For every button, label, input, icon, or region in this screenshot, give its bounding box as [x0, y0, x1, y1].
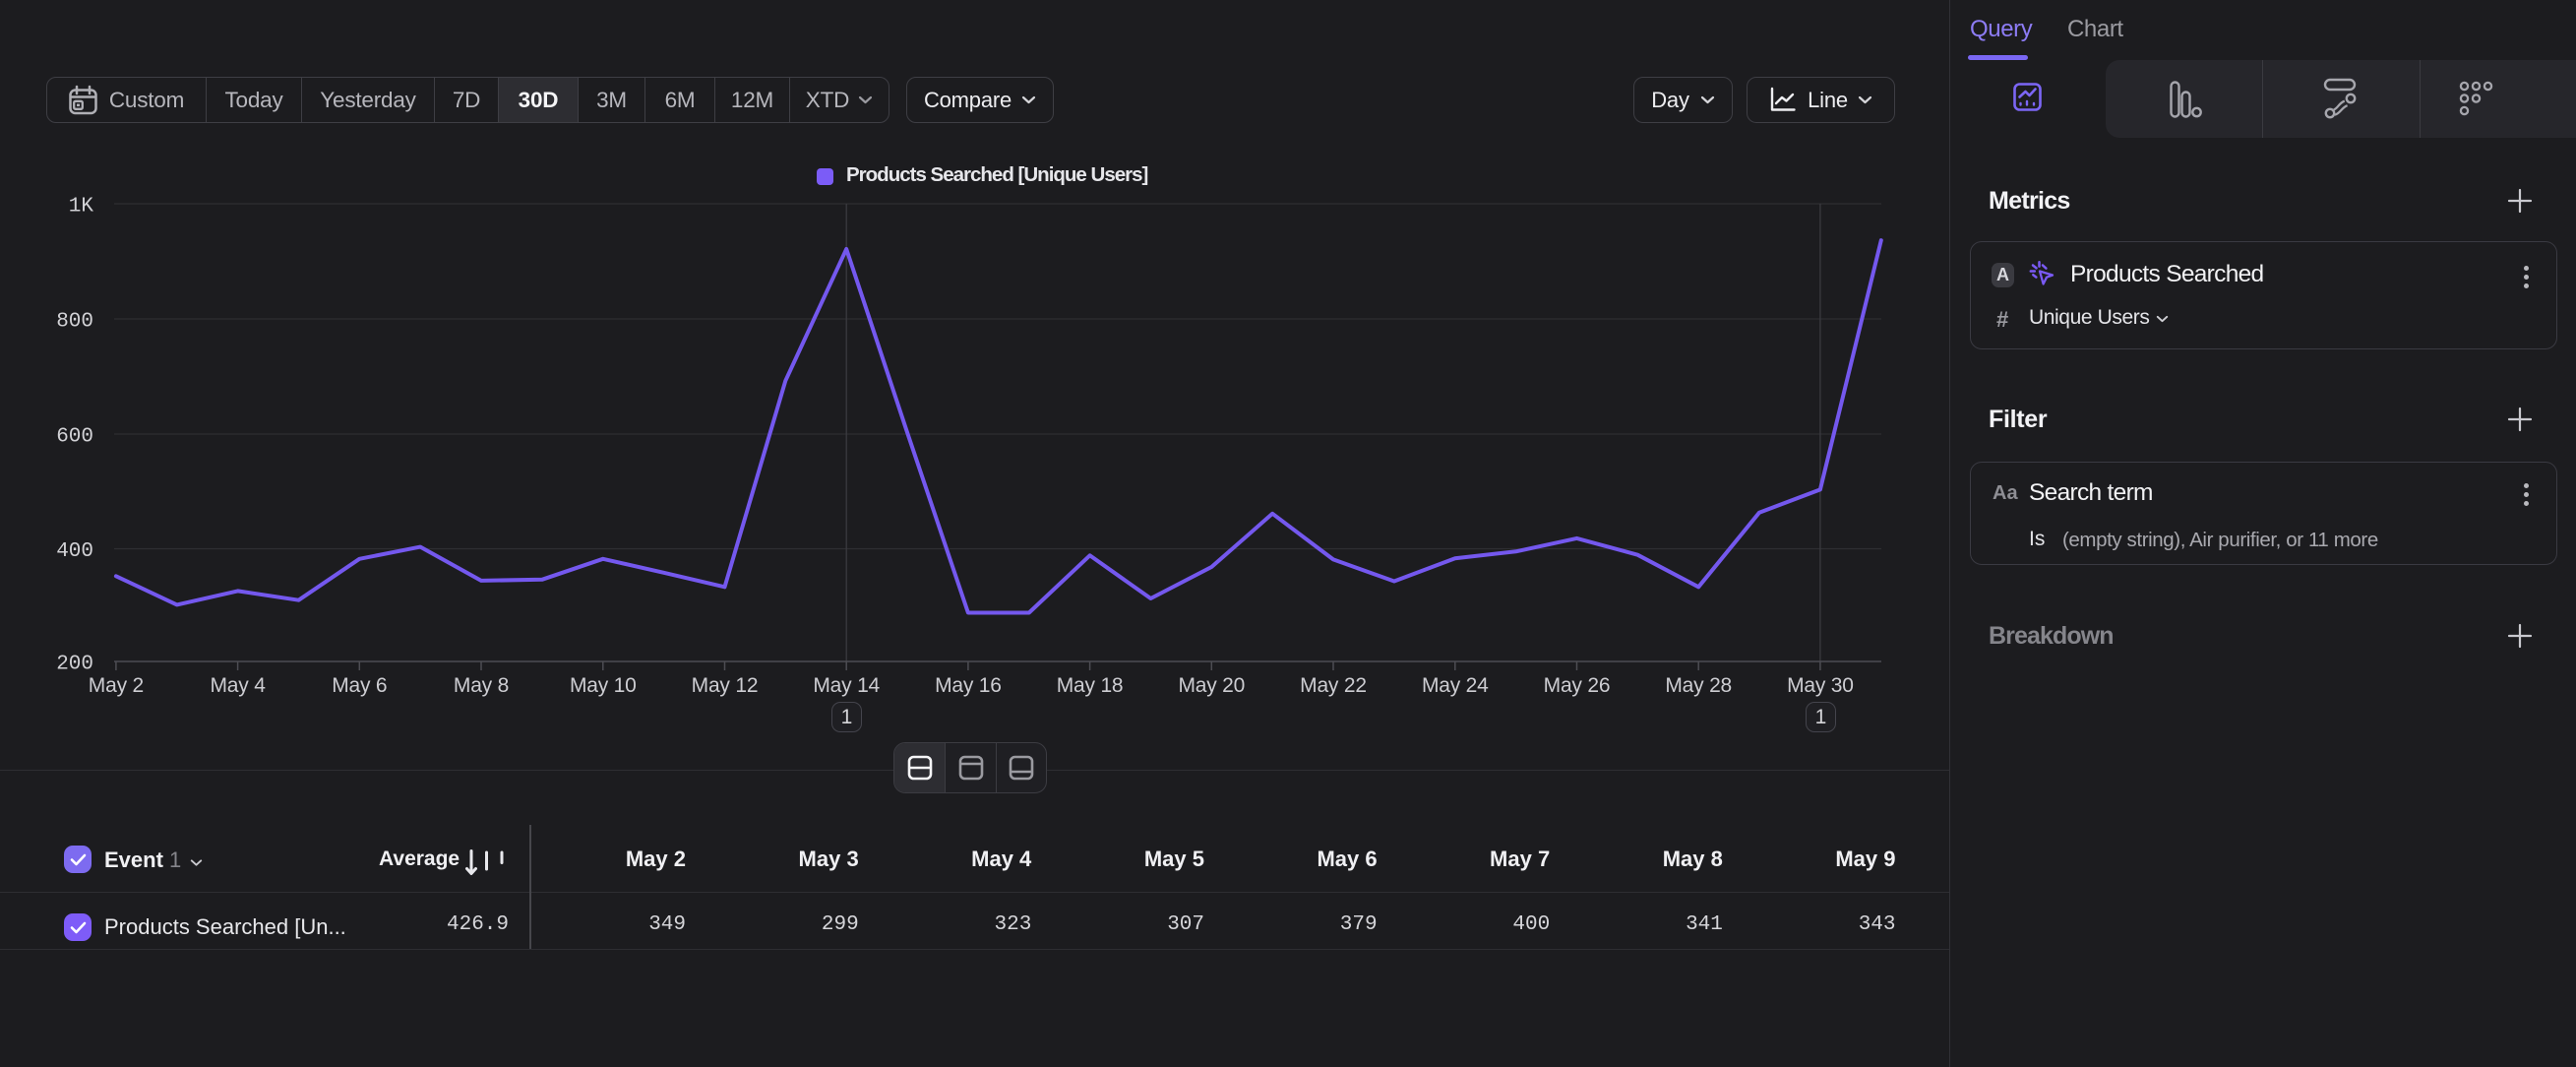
svg-text:May 30: May 30 [1787, 674, 1854, 697]
svg-text:200: 200 [56, 654, 93, 676]
svg-text:May 4: May 4 [211, 674, 267, 697]
svg-text:May 12: May 12 [692, 674, 759, 697]
svg-text:May 20: May 20 [1178, 674, 1245, 697]
svg-text:May 6: May 6 [332, 674, 387, 697]
svg-text:May 22: May 22 [1300, 674, 1367, 697]
svg-text:May 10: May 10 [570, 674, 637, 697]
svg-text:May 24: May 24 [1422, 674, 1489, 697]
svg-text:May 16: May 16 [935, 674, 1002, 697]
svg-text:May 2: May 2 [89, 674, 144, 697]
svg-text:400: 400 [56, 540, 93, 563]
svg-text:May 18: May 18 [1057, 674, 1124, 697]
svg-text:800: 800 [56, 311, 93, 334]
svg-text:May 14: May 14 [813, 674, 880, 697]
svg-text:1K: 1K [69, 196, 94, 219]
svg-text:May 28: May 28 [1665, 674, 1732, 697]
svg-text:May 26: May 26 [1544, 674, 1611, 697]
svg-text:May 8: May 8 [454, 674, 509, 697]
svg-text:600: 600 [56, 426, 93, 449]
